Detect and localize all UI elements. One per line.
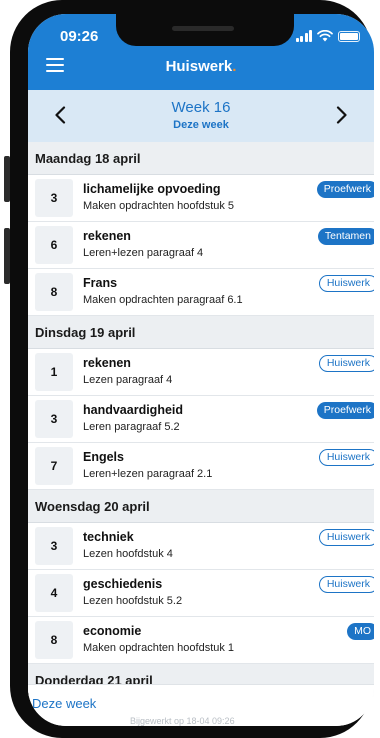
chevron-right-icon[interactable] (328, 100, 356, 130)
homework-row[interactable]: 6 rekenen Leren+lezen paragraaf 4 Tentam… (28, 222, 374, 269)
homework-row[interactable]: 7 Engels Leren+lezen paragraaf 2.1 Huisw… (28, 443, 374, 490)
homework-row[interactable]: 3 techniek Lezen hoofdstuk 4 Huiswerk (28, 523, 374, 570)
subject-name: geschiedenis (83, 577, 163, 591)
homework-description: Leren+lezen paragraaf 4 (83, 247, 204, 259)
phone-frame: 09:26 Huiswerk. Week 16 Deze week Maanda… (10, 0, 374, 738)
lesson-hour: 6 (35, 226, 73, 264)
lesson-hour: 3 (35, 527, 73, 565)
status-time: 09:26 (60, 28, 99, 45)
type-badge: Proefwerk (316, 402, 374, 419)
this-week-link[interactable]: Deze week (32, 696, 96, 711)
subject-name: rekenen (83, 356, 131, 370)
homework-row[interactable]: 3 lichamelijke opvoeding Maken opdrachte… (28, 175, 374, 222)
subject-name: Engels (83, 450, 124, 464)
homework-description: Leren+lezen paragraaf 2.1 (83, 468, 213, 480)
signal-icon (295, 30, 312, 42)
battery-icon (338, 31, 360, 42)
day-header: Woensdag 20 april (28, 490, 374, 523)
day-header: Dinsdag 19 april (28, 316, 374, 349)
subject-name: economie (83, 624, 142, 638)
week-navigator: Week 16 Deze week (28, 90, 374, 143)
homework-description: Lezen hoofdstuk 4 (83, 548, 173, 560)
type-badge: MO (347, 623, 374, 640)
subject-name: handvaardigheid (83, 403, 184, 417)
day-label: Maandag 18 april (35, 151, 141, 166)
speaker (172, 26, 234, 31)
page-title: Huiswerk. (28, 58, 374, 75)
type-badge: Huiswerk (318, 449, 374, 466)
lesson-hour: 3 (35, 179, 73, 217)
homework-description: Lezen hoofdstuk 5.2 (83, 595, 183, 607)
subject-name: lichamelijke opvoeding (83, 182, 221, 196)
lesson-hour: 8 (35, 273, 73, 311)
homework-row[interactable]: 1 rekenen Lezen paragraaf 4 Huiswerk (28, 349, 374, 396)
homework-row[interactable]: 3 handvaardigheid Leren paragraaf 5.2 Pr… (28, 396, 374, 443)
homework-description: Lezen paragraaf 4 (83, 374, 173, 386)
wifi-icon (317, 30, 333, 42)
subject-name: techniek (83, 530, 134, 544)
lesson-hour: 4 (35, 574, 73, 612)
day-label: Dinsdag 19 april (35, 325, 136, 340)
page-title-text: Huiswerk (165, 58, 233, 75)
subject-name: rekenen (83, 229, 131, 243)
subject-name: Frans (83, 276, 118, 290)
title-accent-dot: . (232, 58, 237, 75)
homework-description: Maken opdrachten paragraaf 6.1 (83, 294, 243, 306)
type-badge: Huiswerk (318, 576, 374, 593)
app-header: 09:26 Huiswerk. (28, 14, 374, 90)
type-badge: Tentamen (317, 228, 374, 245)
type-badge: Huiswerk (318, 355, 374, 372)
last-updated-note: Bijgewerkt op 18-04 09:26 (130, 716, 235, 726)
homework-row[interactable]: 4 geschiedenis Lezen hoofdstuk 5.2 Huisw… (28, 570, 374, 617)
type-badge: Huiswerk (318, 529, 374, 546)
status-icons (295, 28, 360, 42)
homework-row[interactable]: 8 Frans Maken opdrachten paragraaf 6.1 H… (28, 269, 374, 316)
lesson-hour: 3 (35, 400, 73, 438)
bottom-bar: Deze week Bijgewerkt op 18-04 09:26 (28, 684, 374, 726)
homework-row[interactable]: 8 economie Maken opdrachten hoofdstuk 1 … (28, 617, 374, 664)
week-subtitle[interactable]: Deze week (28, 119, 374, 131)
lesson-hour: 7 (35, 447, 73, 485)
type-badge: Proefwerk (316, 181, 374, 198)
type-badge: Huiswerk (318, 275, 374, 292)
lesson-hour: 8 (35, 621, 73, 659)
day-header: Maandag 18 april (28, 142, 374, 175)
screen: 09:26 Huiswerk. Week 16 Deze week Maanda… (28, 14, 374, 726)
notch (116, 14, 294, 46)
homework-description: Maken opdrachten hoofdstuk 1 (83, 642, 235, 654)
lesson-hour: 1 (35, 353, 73, 391)
homework-description: Leren paragraaf 5.2 (83, 421, 180, 433)
week-title: Week 16 (171, 99, 231, 116)
homework-description: Maken opdrachten hoofdstuk 5 (83, 200, 235, 212)
day-label: Woensdag 20 april (35, 499, 150, 514)
